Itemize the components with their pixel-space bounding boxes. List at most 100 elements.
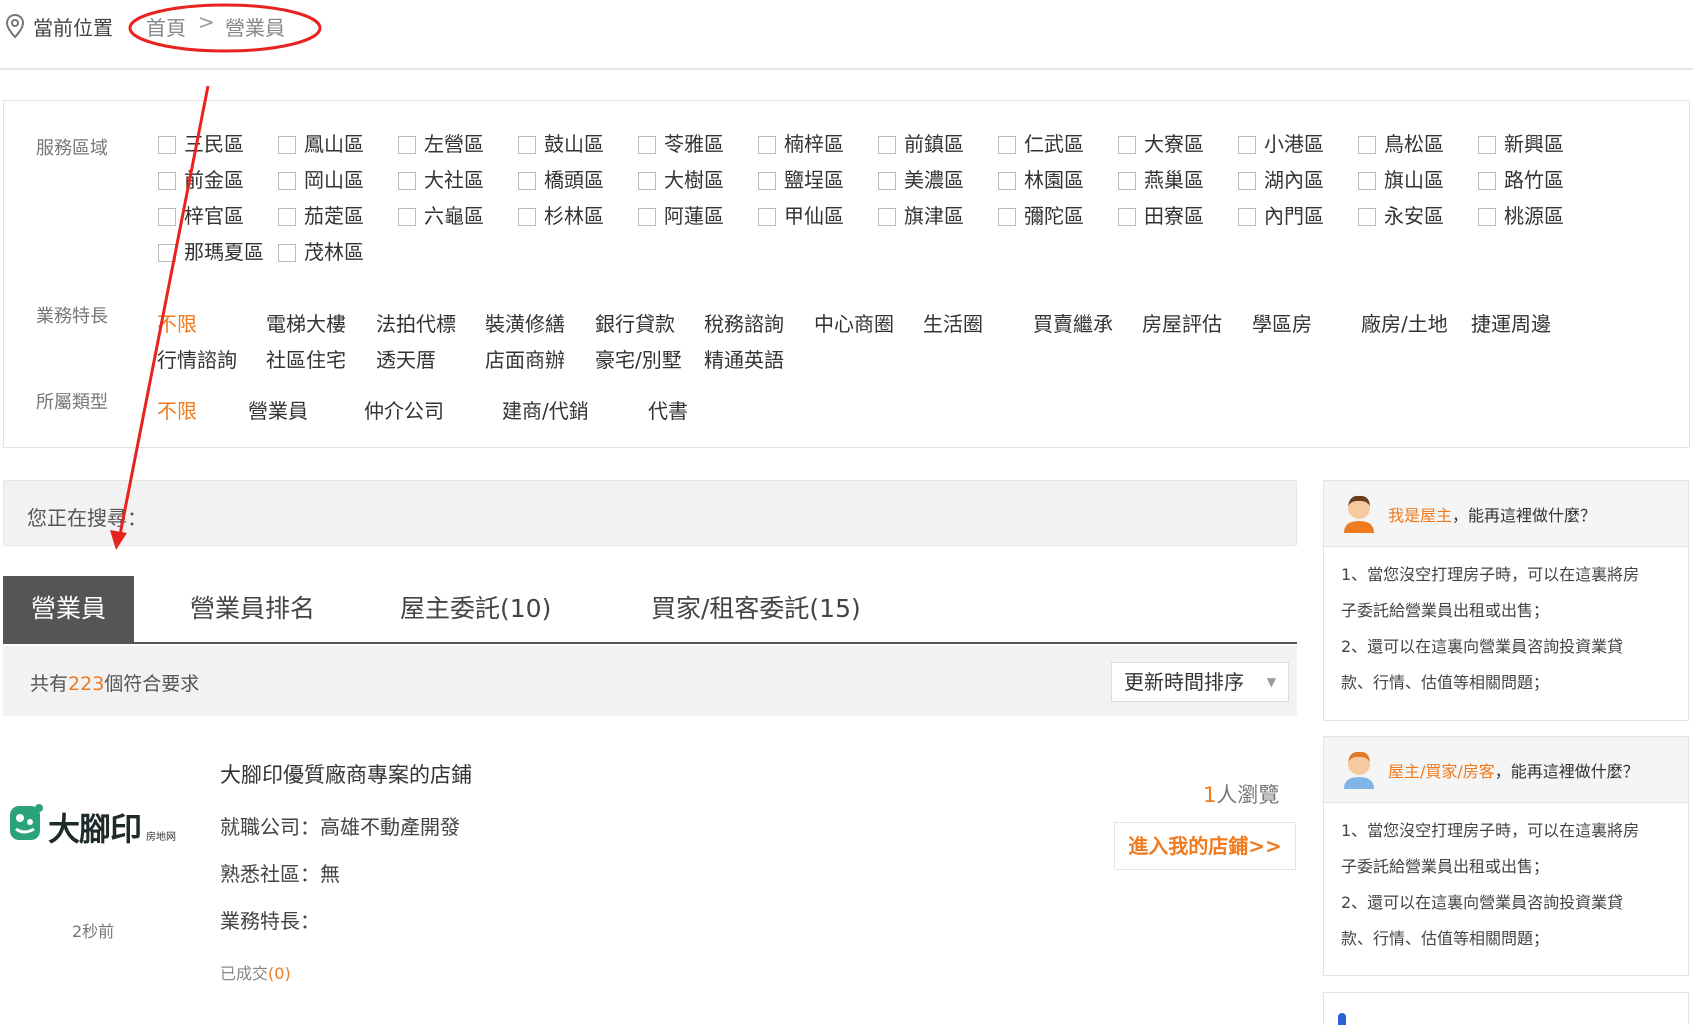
checkbox-box[interactable] <box>158 136 176 154</box>
district-checkbox[interactable]: 苓雅區 <box>638 132 724 156</box>
specialty-option[interactable]: 精通英語 <box>704 344 784 373</box>
checkbox-box[interactable] <box>158 244 176 262</box>
specialty-option[interactable]: 不限 <box>157 308 197 337</box>
specialty-option[interactable]: 捷運周邊 <box>1471 308 1551 337</box>
district-checkbox[interactable]: 鳳山區 <box>278 132 364 156</box>
specialty-option[interactable]: 廠房/土地 <box>1361 308 1448 337</box>
specialty-option[interactable]: 店面商辦 <box>485 344 565 373</box>
specialty-option[interactable]: 裝潢修繕 <box>485 308 565 337</box>
type-option[interactable]: 仲介公司 <box>364 395 444 424</box>
checkbox-box[interactable] <box>1118 136 1136 154</box>
district-checkbox[interactable]: 小港區 <box>1238 132 1324 156</box>
checkbox-box[interactable] <box>638 208 656 226</box>
type-option[interactable]: 不限 <box>157 395 197 424</box>
specialty-option[interactable]: 透天厝 <box>376 344 436 373</box>
checkbox-box[interactable] <box>398 208 416 226</box>
specialty-option[interactable]: 生活圈 <box>923 308 983 337</box>
district-checkbox[interactable]: 杉林區 <box>518 204 604 228</box>
enter-store-button[interactable]: 進入我的店鋪>> <box>1114 822 1296 870</box>
specialty-option[interactable]: 學區房 <box>1252 308 1312 337</box>
specialty-option[interactable]: 電梯大樓 <box>266 308 346 337</box>
district-checkbox[interactable]: 茄萣區 <box>278 204 364 228</box>
checkbox-box[interactable] <box>758 136 776 154</box>
district-checkbox[interactable]: 大社區 <box>398 168 484 192</box>
district-checkbox[interactable]: 旗山區 <box>1358 168 1444 192</box>
checkbox-box[interactable] <box>1118 208 1136 226</box>
specialty-option[interactable]: 銀行貸款 <box>595 308 675 337</box>
district-checkbox[interactable]: 鼓山區 <box>518 132 604 156</box>
checkbox-box[interactable] <box>1478 136 1496 154</box>
checkbox-box[interactable] <box>1358 136 1376 154</box>
specialty-option[interactable]: 中心商圈 <box>814 308 894 337</box>
district-checkbox[interactable]: 前鎮區 <box>878 132 964 156</box>
sort-select[interactable]: 更新時間排序 ▼ <box>1111 662 1289 702</box>
checkbox-box[interactable] <box>878 208 896 226</box>
district-checkbox[interactable]: 前金區 <box>158 168 244 192</box>
district-checkbox[interactable]: 甲仙區 <box>758 204 844 228</box>
type-option[interactable]: 建商/代銷 <box>502 395 589 424</box>
district-checkbox[interactable]: 彌陀區 <box>998 204 1084 228</box>
district-checkbox[interactable]: 鳥松區 <box>1358 132 1444 156</box>
agent-logo[interactable]: 大腳印 房地网 <box>6 800 186 850</box>
checkbox-box[interactable] <box>638 136 656 154</box>
checkbox-box[interactable] <box>518 172 536 190</box>
district-checkbox[interactable]: 燕巢區 <box>1118 168 1204 192</box>
listing-title[interactable]: 大腳印優質廠商專案的店鋪 <box>220 759 472 789</box>
type-option[interactable]: 代書 <box>648 395 688 424</box>
district-checkbox[interactable]: 六龜區 <box>398 204 484 228</box>
checkbox-box[interactable] <box>278 136 296 154</box>
checkbox-box[interactable] <box>1238 208 1256 226</box>
tab-buyer-commissions[interactable]: 買家/租客委託(15) <box>651 576 861 642</box>
checkbox-box[interactable] <box>1478 172 1496 190</box>
district-checkbox[interactable]: 新興區 <box>1478 132 1564 156</box>
district-checkbox[interactable]: 岡山區 <box>278 168 364 192</box>
district-checkbox[interactable]: 鹽埕區 <box>758 168 844 192</box>
checkbox-box[interactable] <box>998 172 1016 190</box>
specialty-option[interactable]: 行情諮詢 <box>157 344 237 373</box>
district-checkbox[interactable]: 大樹區 <box>638 168 724 192</box>
specialty-option[interactable]: 法拍代標 <box>376 308 456 337</box>
district-checkbox[interactable]: 林園區 <box>998 168 1084 192</box>
checkbox-box[interactable] <box>518 136 536 154</box>
checkbox-box[interactable] <box>158 208 176 226</box>
specialty-option[interactable]: 房屋評估 <box>1142 308 1222 337</box>
checkbox-box[interactable] <box>758 172 776 190</box>
district-checkbox[interactable]: 梓官區 <box>158 204 244 228</box>
checkbox-box[interactable] <box>758 208 776 226</box>
checkbox-box[interactable] <box>278 244 296 262</box>
district-checkbox[interactable]: 橋頭區 <box>518 168 604 192</box>
checkbox-box[interactable] <box>998 208 1016 226</box>
checkbox-box[interactable] <box>1478 208 1496 226</box>
checkbox-box[interactable] <box>638 172 656 190</box>
tab-agents[interactable]: 營業員 <box>3 576 135 642</box>
checkbox-box[interactable] <box>158 172 176 190</box>
checkbox-box[interactable] <box>398 136 416 154</box>
checkbox-box[interactable] <box>878 136 896 154</box>
checkbox-box[interactable] <box>1238 172 1256 190</box>
district-checkbox[interactable]: 茂林區 <box>278 240 364 264</box>
district-checkbox[interactable]: 仁武區 <box>998 132 1084 156</box>
checkbox-box[interactable] <box>1118 172 1136 190</box>
checkbox-box[interactable] <box>998 136 1016 154</box>
district-checkbox[interactable]: 旗津區 <box>878 204 964 228</box>
checkbox-box[interactable] <box>278 208 296 226</box>
checkbox-box[interactable] <box>1358 172 1376 190</box>
district-checkbox[interactable]: 路竹區 <box>1478 168 1564 192</box>
specialty-option[interactable]: 稅務諮詢 <box>704 308 784 337</box>
breadcrumb-home-link[interactable]: 首頁 <box>146 12 186 41</box>
specialty-option[interactable]: 豪宅/別墅 <box>595 344 682 373</box>
specialty-option[interactable]: 社區住宅 <box>266 344 346 373</box>
district-checkbox[interactable]: 三民區 <box>158 132 244 156</box>
tab-agent-ranking[interactable]: 營業員排名 <box>190 576 315 642</box>
specialty-option[interactable]: 買賣繼承 <box>1033 308 1113 337</box>
checkbox-box[interactable] <box>1238 136 1256 154</box>
district-checkbox[interactable]: 那瑪夏區 <box>158 240 264 264</box>
district-checkbox[interactable]: 楠梓區 <box>758 132 844 156</box>
type-option[interactable]: 營業員 <box>248 395 308 424</box>
checkbox-box[interactable] <box>518 208 536 226</box>
checkbox-box[interactable] <box>1358 208 1376 226</box>
district-checkbox[interactable]: 田寮區 <box>1118 204 1204 228</box>
checkbox-box[interactable] <box>878 172 896 190</box>
district-checkbox[interactable]: 大寮區 <box>1118 132 1204 156</box>
district-checkbox[interactable]: 阿蓮區 <box>638 204 724 228</box>
